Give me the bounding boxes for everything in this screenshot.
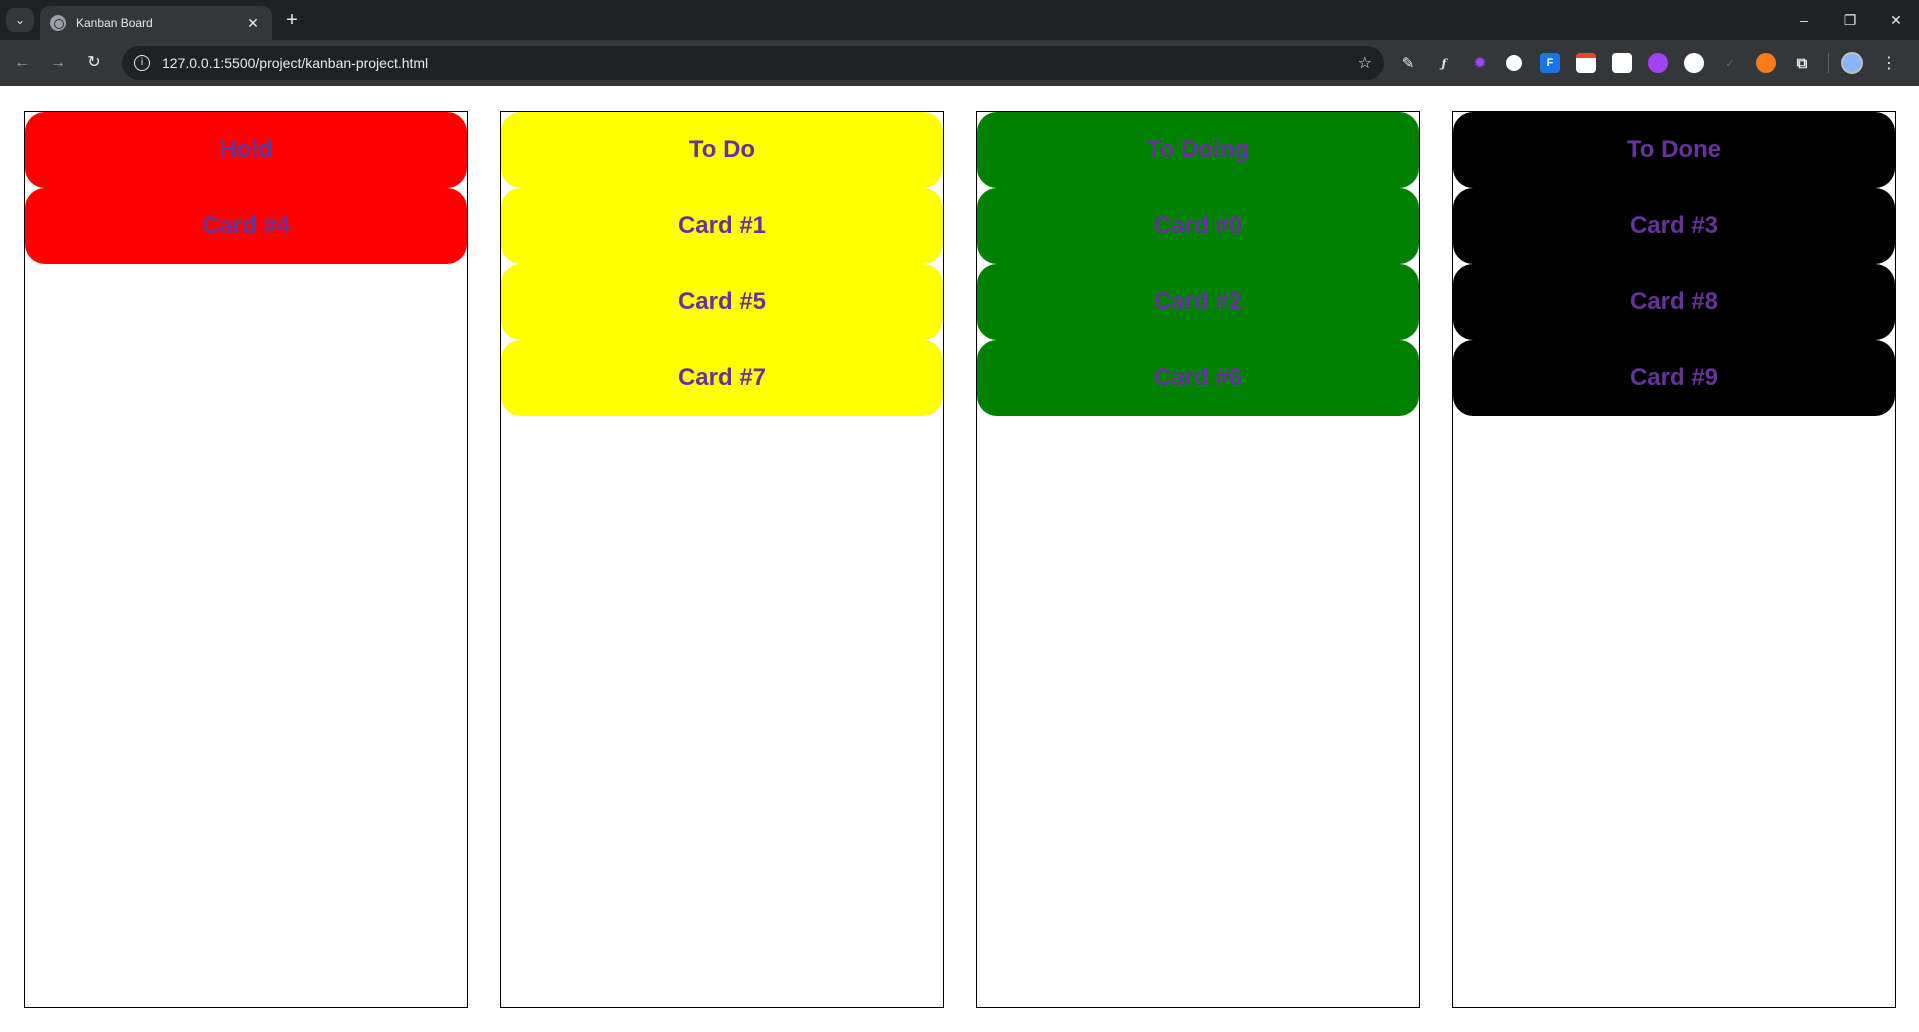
tab-close-button[interactable]: ✕: [244, 15, 262, 32]
new-tab-button[interactable]: +: [280, 9, 304, 33]
column-title: To Doing: [977, 112, 1419, 188]
kanban-card[interactable]: Card #1: [501, 188, 943, 264]
kanban-column-3[interactable]: To Done Card #3 Card #8 Card #9: [1452, 111, 1896, 1008]
browser-tab[interactable]: Kanban Board ✕: [40, 6, 272, 40]
kanban-card[interactable]: Card #7: [501, 340, 943, 416]
kanban-column-1[interactable]: To Do Card #1 Card #5 Card #7: [500, 111, 944, 1008]
purple-extension-icon[interactable]: [1648, 53, 1668, 73]
kanban-board: Hold Card #4 To Do Card #1 Card #5 Card #7 To …: [0, 86, 1919, 1032]
kanban-card[interactable]: Card #8: [1453, 264, 1895, 340]
list-extension-icon[interactable]: [1612, 53, 1632, 73]
browser-tab-bar: ⌄ Kanban Board ✕ + – ❐ ✕: [0, 0, 1919, 40]
window-controls: – ❐ ✕: [1781, 0, 1919, 40]
tab-search-icon[interactable]: ⌄: [6, 8, 34, 32]
kanban-card[interactable]: Card #0: [977, 188, 1419, 264]
gear-extension-icon[interactable]: ✹: [1470, 53, 1490, 73]
site-info-icon[interactable]: i: [134, 55, 150, 71]
bookmark-star-icon[interactable]: ☆: [1358, 53, 1372, 73]
kanban-column-2[interactable]: To Doing Card #0 Card #2 Card #6: [976, 111, 1420, 1008]
back-arrow-icon[interactable]: ←: [10, 51, 34, 75]
address-bar[interactable]: i 127.0.0.1:5500/project/kanban-project.…: [122, 46, 1384, 80]
column-title: Hold: [25, 112, 467, 188]
check-extension-icon[interactable]: ✓: [1720, 53, 1740, 73]
kanban-card[interactable]: Card #2: [977, 264, 1419, 340]
profile-avatar[interactable]: [1841, 52, 1863, 74]
globe-icon: [50, 15, 66, 31]
eyedropper-extension-icon[interactable]: ✎: [1398, 53, 1418, 73]
more-menu-icon[interactable]: ⋮: [1881, 53, 1897, 73]
blue-extension-icon[interactable]: F: [1540, 53, 1560, 73]
url-text[interactable]: 127.0.0.1:5500/project/kanban-project.ht…: [162, 55, 1358, 71]
browser-toolbar: ← → ↻ i 127.0.0.1:5500/project/kanban-pr…: [0, 40, 1919, 86]
column-title: To Done: [1453, 112, 1895, 188]
forward-arrow-icon[interactable]: →: [46, 51, 70, 75]
kanban-card[interactable]: Card #5: [501, 264, 943, 340]
calendar-extension-icon[interactable]: [1576, 53, 1596, 73]
minimize-button[interactable]: –: [1781, 0, 1827, 40]
kanban-card[interactable]: Card #3: [1453, 188, 1895, 264]
close-window-button[interactable]: ✕: [1873, 0, 1919, 40]
column-title: To Do: [501, 112, 943, 188]
kanban-card[interactable]: Card #9: [1453, 340, 1895, 416]
restore-button[interactable]: ❐: [1827, 0, 1873, 40]
tab-title: Kanban Board: [76, 16, 153, 30]
font-extension-icon[interactable]: ƒ: [1434, 53, 1454, 73]
extensions-bar: ✎ ƒ ✹ F ✓ ⧉ ⋮: [1398, 51, 1897, 75]
kanban-column-0[interactable]: Hold Card #4: [24, 111, 468, 1008]
orange-extension-icon[interactable]: [1756, 53, 1776, 73]
puzzle-extensions-icon[interactable]: ⧉: [1792, 53, 1812, 73]
circle-extension-icon[interactable]: [1506, 55, 1522, 71]
kanban-card[interactable]: Card #6: [977, 340, 1419, 416]
openai-extension-icon[interactable]: [1684, 53, 1704, 73]
kanban-card[interactable]: Card #4: [25, 188, 467, 264]
reload-icon[interactable]: ↻: [82, 51, 106, 75]
toolbar-divider: [1828, 53, 1829, 73]
